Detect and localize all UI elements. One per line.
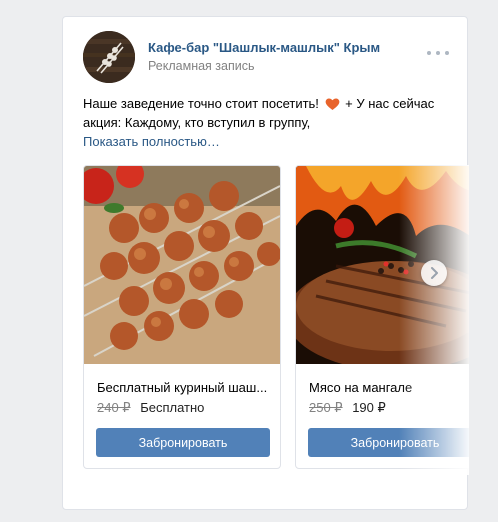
chicken-skewers-image [84, 166, 280, 364]
show-more-link[interactable]: Показать полностью… [83, 134, 220, 149]
product-carousel: Бесплатный куриный шаш... 240 ₽ Бесплатн… [83, 165, 469, 475]
old-price: 240 ₽ [97, 400, 131, 415]
post-text-line1a: Наше заведение точно стоит посетить! [83, 96, 319, 111]
product-title: Мясо на мангале [309, 380, 413, 395]
post-text: Наше заведение точно стоит посетить! + У… [83, 94, 443, 132]
chevron-right-icon[interactable] [421, 260, 447, 286]
old-price: 250 ₽ [309, 400, 343, 415]
more-dots-icon[interactable] [427, 47, 449, 59]
new-price: Бесплатно [140, 400, 205, 415]
product-card[interactable]: Бесплатный куриный шаш... 240 ₽ Бесплатн… [83, 165, 281, 469]
new-price: 190 ₽ [352, 400, 386, 415]
book-button[interactable]: Забронировать [308, 428, 469, 457]
ad-post: Кафе-бар "Шашлык-машлык" Крым Рекламная … [62, 16, 469, 510]
heart-emoji [325, 98, 339, 110]
ad-label: Рекламная запись [148, 59, 255, 73]
skewers-logo [83, 31, 135, 83]
post-text-line2: акция: Каждому, кто вступил в группу, [83, 115, 311, 130]
product-card[interactable]: Мясо на мангале 250 ₽ 190 ₽ Забронироват… [295, 165, 469, 469]
book-button[interactable]: Забронировать [96, 428, 270, 457]
product-prices: 240 ₽ Бесплатно [97, 400, 204, 416]
post-text-line1b: + У нас сейчас [345, 96, 435, 111]
community-name-link[interactable]: Кафе-бар "Шашлык-машлык" Крым [148, 40, 380, 55]
community-avatar[interactable] [83, 31, 135, 83]
product-prices: 250 ₽ 190 ₽ [309, 400, 386, 416]
product-title: Бесплатный куриный шаш... [97, 380, 268, 395]
